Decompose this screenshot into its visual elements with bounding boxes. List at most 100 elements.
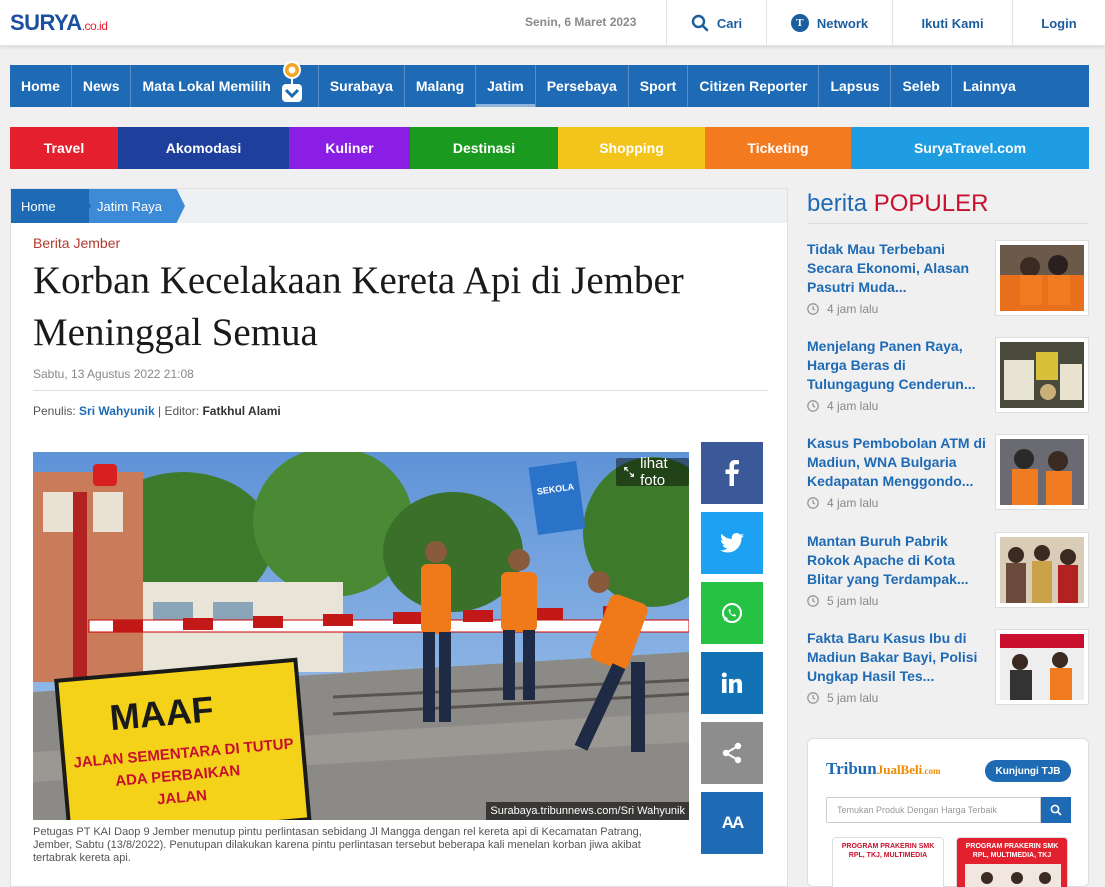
network-button[interactable]: T Network [766, 0, 892, 46]
share-twitter-button[interactable] [701, 512, 763, 574]
tjb-search-input[interactable]: Temukan Produk Dengan Harga Terbaik [826, 797, 1041, 823]
nav-label: Seleb [902, 78, 940, 94]
view-photo-button[interactable]: lihat foto [616, 455, 689, 489]
font-size-icon: AA [721, 813, 745, 832]
editor-label: Editor: [164, 404, 200, 418]
popular-item[interactable]: Tidak Mau Terbebani Secara Ekonomi, Alas… [807, 240, 1089, 330]
popular-item-thumbnail[interactable] [995, 337, 1089, 413]
popular-item-title[interactable]: Mantan Buruh Pabrik Rokok Apache di Kota… [807, 532, 987, 589]
divider [33, 390, 768, 391]
nav-news[interactable]: News [72, 65, 132, 107]
popular-item-thumbnail[interactable] [995, 434, 1089, 510]
nav-lainnya[interactable]: Lainnya [952, 65, 1027, 107]
tjb-product-card[interactable]: PROGRAM PRAKERIN SMK RPL, MULTIMEDIA, TK… [956, 837, 1068, 887]
popular-item-title[interactable]: Tidak Mau Terbebani Secara Ekonomi, Alas… [807, 240, 987, 297]
popular-item-thumbnail[interactable] [995, 240, 1089, 316]
linkedin-icon [721, 672, 742, 693]
popular-item-thumbnail[interactable] [995, 629, 1089, 705]
popular-item[interactable]: Fakta Baru Kasus Ibu di Madiun Bakar Bay… [807, 629, 1089, 719]
travel-navigation: Travel Akomodasi Kuliner Destinasi Shopp… [10, 127, 1089, 169]
popular-item[interactable]: Kasus Pembobolan ATM di Madiun, WNA Bulg… [807, 434, 1089, 524]
breadcrumb-home[interactable]: Home [11, 189, 89, 223]
popular-item-time: 4 jam lalu [807, 399, 878, 413]
travel-tab-label: Shopping [599, 140, 664, 156]
share-more-button[interactable] [701, 722, 763, 784]
popular-item-time: 4 jam lalu [807, 302, 878, 316]
time-label: 5 jam lalu [827, 594, 879, 608]
popular-item[interactable]: Mantan Buruh Pabrik Rokok Apache di Kota… [807, 532, 1089, 622]
tjb-logo-text: .com [922, 766, 941, 776]
photo-caption: Petugas PT KAI Daop 9 Jember menutup pin… [33, 826, 642, 864]
travel-tab-kuliner[interactable]: Kuliner [289, 127, 410, 169]
nav-mata-lokal-memilih[interactable]: Mata Lokal Memilih [131, 61, 319, 107]
login-button[interactable]: Login [1012, 0, 1105, 46]
breadcrumb-label: Home [21, 198, 56, 214]
share-facebook-button[interactable] [701, 442, 763, 504]
popular-item-title[interactable]: Kasus Pembobolan ATM di Madiun, WNA Bulg… [807, 434, 987, 491]
expand-icon [624, 467, 634, 477]
travel-tab-akomodasi[interactable]: Akomodasi [118, 127, 289, 169]
font-size-button[interactable]: AA [701, 792, 763, 854]
nav-sport[interactable]: Sport [629, 65, 689, 107]
clock-icon [807, 303, 819, 315]
nav-label: Surabaya [329, 78, 393, 94]
search-button[interactable]: Cari [666, 0, 766, 46]
share-linkedin-button[interactable] [701, 652, 763, 714]
travel-tab-travel[interactable]: Travel [10, 127, 118, 169]
site-logo[interactable]: SURYA.co.id [10, 10, 108, 36]
visit-tjb-button[interactable]: Kunjungi TJB [985, 760, 1071, 782]
tjb-product-card[interactable]: PROGRAM PRAKERIN SMK RPL, TKJ, MULTIMEDI… [832, 837, 944, 887]
breadcrumb-label: Jatim Raya [97, 198, 163, 214]
byline-separator: | [157, 404, 162, 418]
nav-malang[interactable]: Malang [405, 65, 477, 107]
product-image [965, 864, 1061, 887]
network-label: Network [816, 15, 869, 31]
nav-jatim[interactable]: Jatim [476, 65, 536, 107]
nav-label: Persebaya [546, 78, 617, 94]
popular-highlight: POPULER [873, 190, 989, 217]
thumbnail-image [1000, 342, 1084, 408]
popular-item-thumbnail[interactable] [995, 532, 1089, 608]
time-label: 4 jam lalu [827, 302, 879, 316]
writer-label: Penulis: [33, 404, 76, 418]
article-category[interactable]: Berita Jember [33, 235, 120, 251]
thumbnail-image [1000, 245, 1084, 311]
thumbnail-image [1000, 537, 1084, 603]
travel-tab-shopping[interactable]: Shopping [558, 127, 705, 169]
tribun-jual-beli-widget: TribunJualBeli.com Kunjungi TJB Temukan … [807, 738, 1089, 887]
share-icon [722, 742, 742, 764]
divider [807, 223, 1089, 224]
tjb-card-label: PROGRAM PRAKERIN SMK RPL, TKJ, MULTIMEDI… [841, 843, 935, 859]
tjb-search-button[interactable] [1041, 797, 1071, 823]
travel-tab-label: Akomodasi [165, 140, 242, 156]
nav-seleb[interactable]: Seleb [891, 65, 952, 107]
nav-surabaya[interactable]: Surabaya [319, 65, 405, 107]
search-label: Cari [716, 15, 743, 31]
nav-persebaya[interactable]: Persebaya [536, 65, 629, 107]
logo-text: SURYA [10, 10, 82, 35]
nav-label: Malang [415, 78, 465, 94]
popular-item[interactable]: Menjelang Panen Raya, Harga Beras di Tul… [807, 337, 1089, 427]
breadcrumb-jatim-raya[interactable]: Jatim Raya [79, 189, 185, 223]
share-whatsapp-button[interactable] [701, 582, 763, 644]
logo-suffix: .co.id [81, 19, 108, 33]
twitter-icon [720, 533, 744, 553]
popular-item-title[interactable]: Fakta Baru Kasus Ibu di Madiun Bakar Bay… [807, 629, 987, 686]
travel-tab-destinasi[interactable]: Destinasi [410, 127, 558, 169]
nav-label: Citizen Reporter [699, 78, 808, 94]
popular-item-title[interactable]: Menjelang Panen Raya, Harga Beras di Tul… [807, 337, 987, 394]
tjb-logo[interactable]: TribunJualBeli.com [826, 759, 940, 779]
whatsapp-icon [722, 603, 742, 623]
nav-home[interactable]: Home [10, 65, 72, 107]
nav-lapsus[interactable]: Lapsus [819, 65, 892, 107]
article-photo[interactable]: SEKOLA MAAF JALAN SEMENTARA DI TUTUP ADA… [33, 452, 689, 820]
travel-tab-ticketing[interactable]: Ticketing [705, 127, 851, 169]
clock-icon [807, 400, 819, 412]
tjb-card-label: PROGRAM PRAKERIN SMK RPL, MULTIMEDIA, TK… [965, 843, 1059, 859]
follow-label: Ikuti Kami [921, 15, 984, 31]
writer-link[interactable]: Sri Wahyunik [79, 404, 155, 418]
article-byline: Penulis: Sri Wahyunik | Editor: Fatkhul … [33, 404, 281, 418]
follow-us-button[interactable]: Ikuti Kami [892, 0, 1012, 46]
travel-tab-suryatravel[interactable]: SuryaTravel.com [851, 127, 1089, 169]
nav-citizen-reporter[interactable]: Citizen Reporter [688, 65, 820, 107]
